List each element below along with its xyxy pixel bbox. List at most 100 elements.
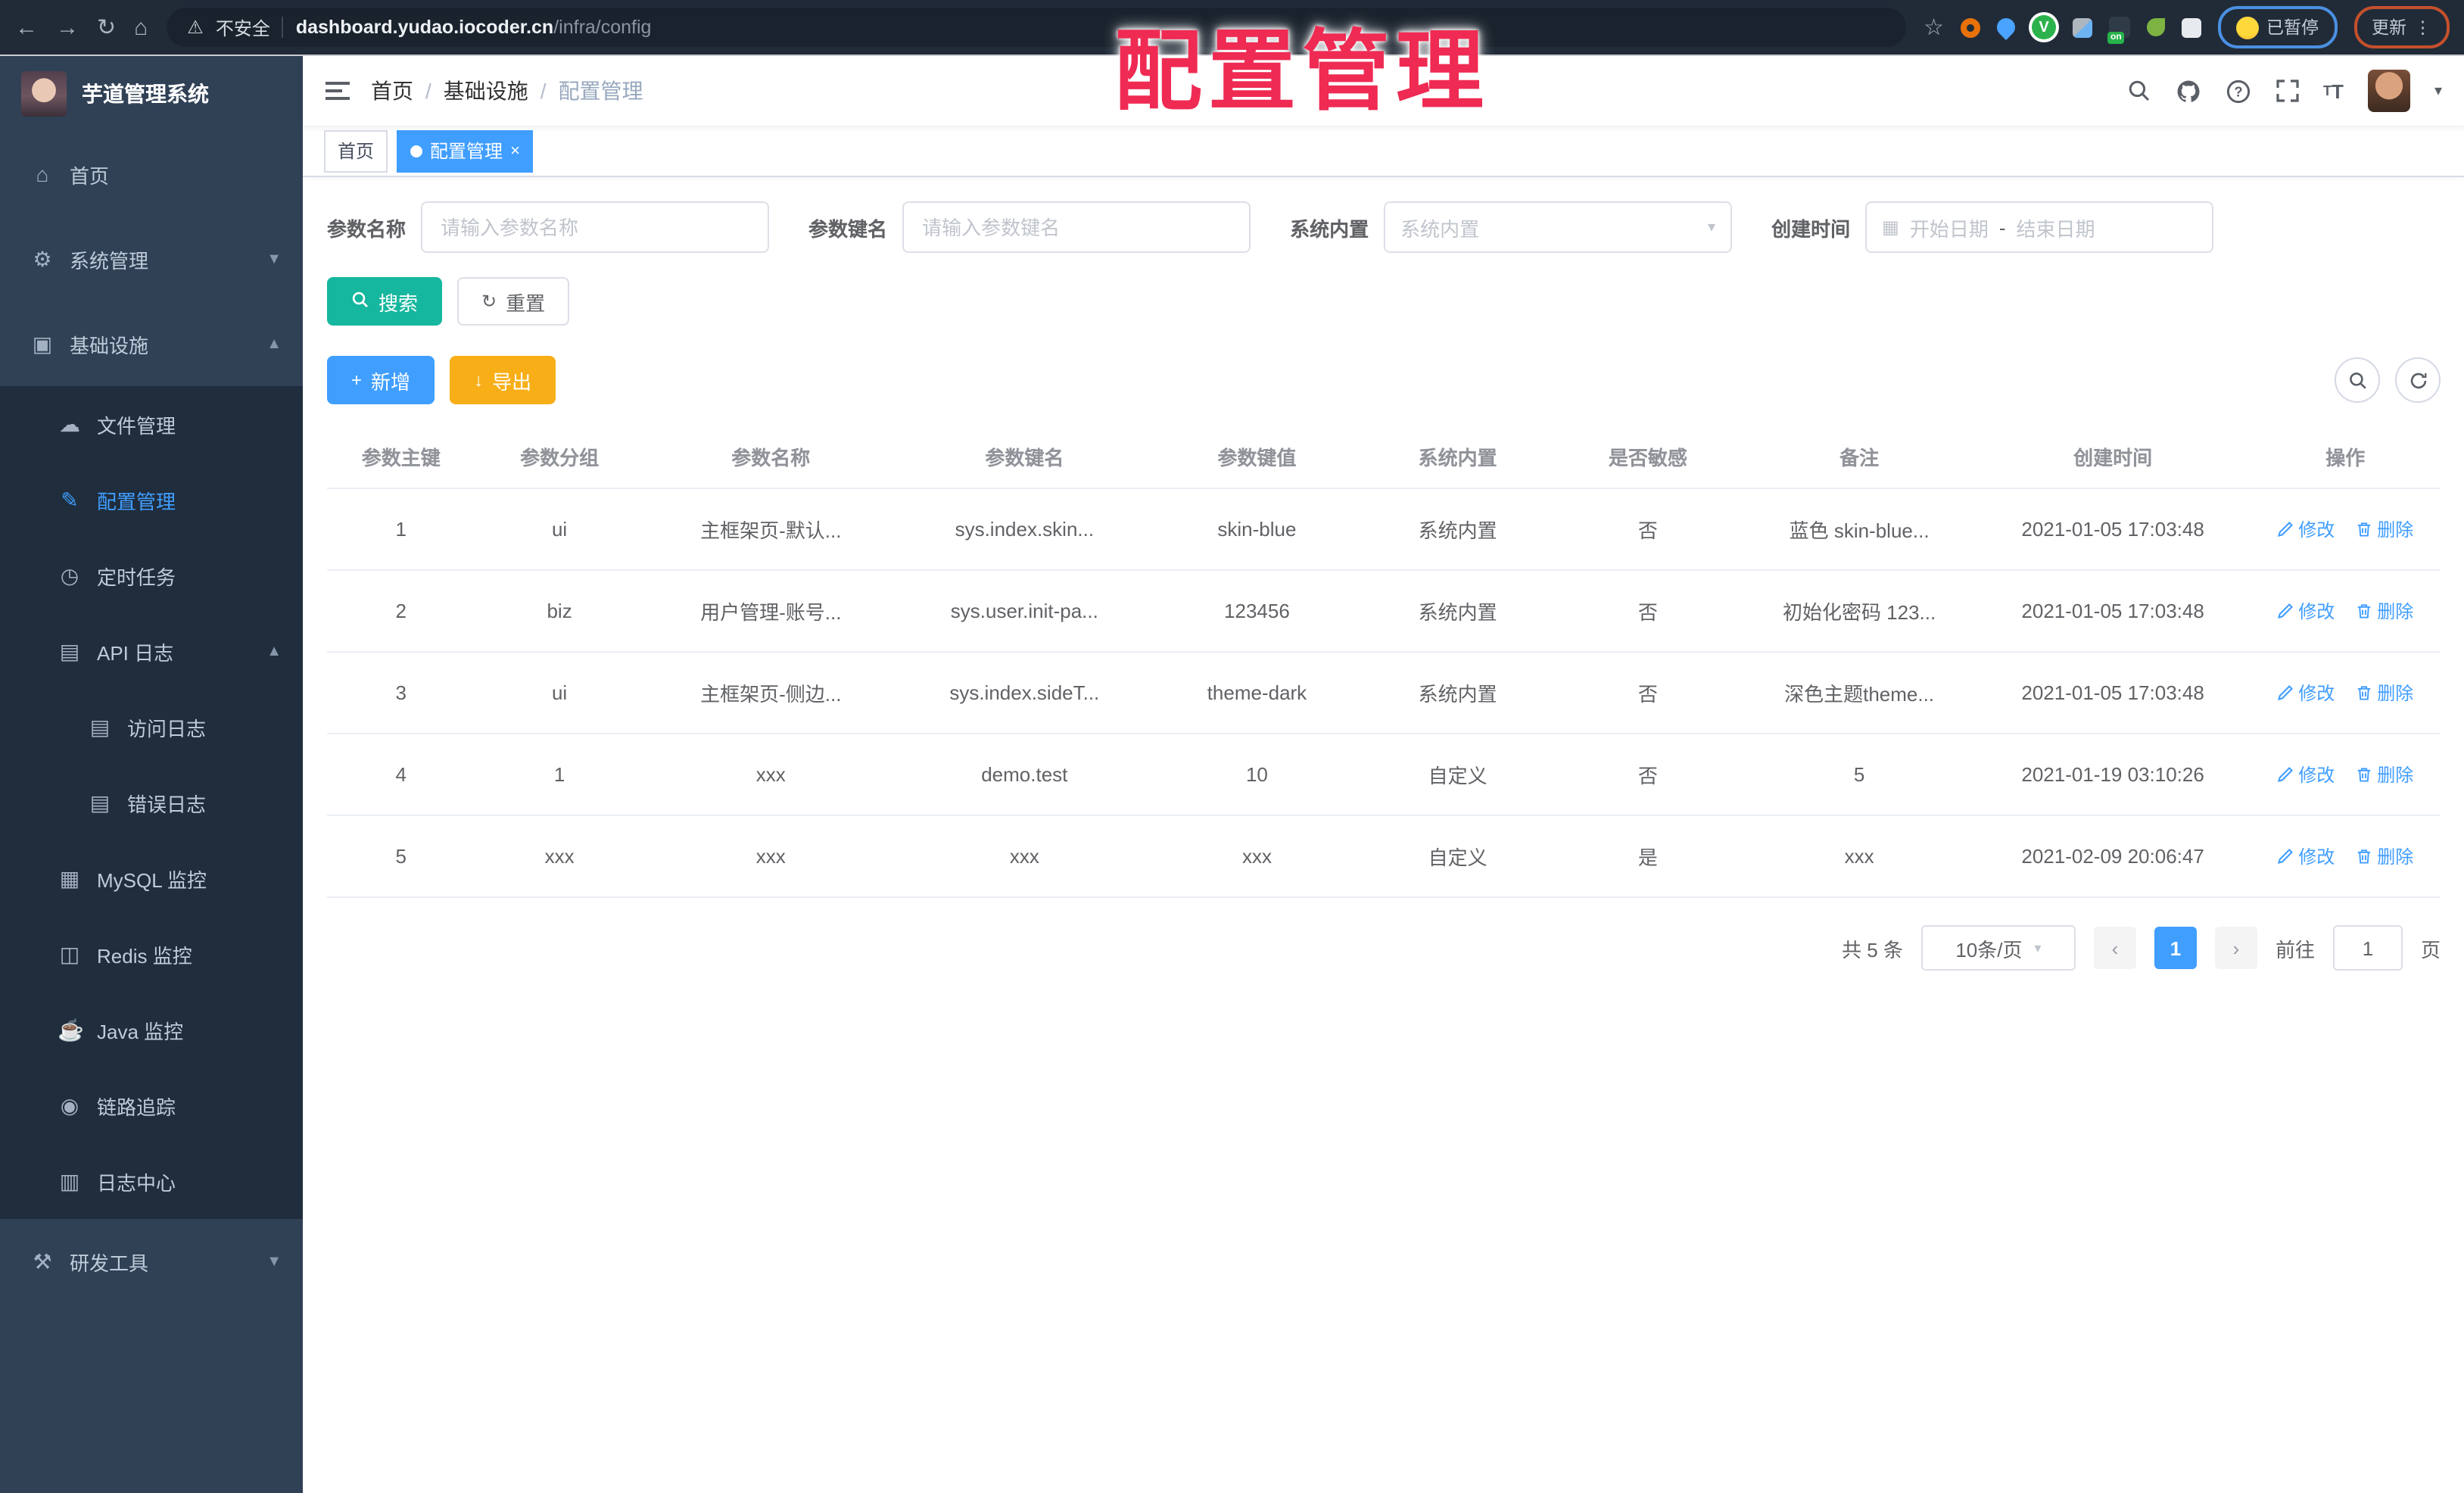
search-toggle-button[interactable] <box>2335 357 2380 403</box>
filter-date-label: 创建时间 <box>1771 217 1851 240</box>
sidebar-item-redis[interactable]: ◫ Redis 监控 <box>0 916 303 992</box>
url-divider <box>282 17 284 38</box>
sidebar-item-file[interactable]: ☁ 文件管理 <box>0 386 303 462</box>
modify-link[interactable]: 修改 <box>2277 680 2335 706</box>
refresh-table-button[interactable] <box>2395 357 2441 403</box>
breadcrumb-current: 配置管理 <box>558 79 643 103</box>
close-icon[interactable]: × <box>510 142 520 160</box>
sidebar-item-label: 链路追踪 <box>97 1096 176 1118</box>
tab-config[interactable]: 配置管理 × <box>397 129 534 172</box>
delete-link-label: 删除 <box>2377 683 2414 704</box>
sidebar-item-home[interactable]: ⌂ 首页 <box>0 132 303 217</box>
modify-link[interactable]: 修改 <box>2277 516 2335 542</box>
search-icon[interactable] <box>2126 79 2151 103</box>
font-size-icon[interactable]: TT <box>2323 79 2344 102</box>
paused-label: 已暂停 <box>2266 20 2319 38</box>
sidebar-item-job[interactable]: ◷ 定时任务 <box>0 538 303 613</box>
page-content: 参数名称 参数键名 系统内置 系统内置 ▾ <box>303 177 2464 1493</box>
sidebar-item-system[interactable]: ⚙ 系统管理 ▼ <box>0 217 303 301</box>
delete-link[interactable]: 删除 <box>2356 516 2413 542</box>
modify-link[interactable]: 修改 <box>2277 762 2335 787</box>
next-page-button[interactable]: › <box>2214 927 2257 969</box>
navbar-actions: ? TT ▾ <box>2126 70 2442 112</box>
filter-key: 参数键名 <box>808 201 1251 253</box>
breadcrumb-home[interactable]: 首页 <box>371 76 413 106</box>
cell-created: 2021-02-09 20:06:47 <box>1975 815 2251 898</box>
type-select[interactable]: 系统内置 ▾ <box>1384 201 1733 253</box>
extension-on-icon[interactable]: on <box>2107 17 2130 44</box>
export-button[interactable]: ↓ 导出 <box>450 356 556 404</box>
modify-link[interactable]: 修改 <box>2277 843 2335 869</box>
sidebar-item-java[interactable]: ☕ Java 监控 <box>0 992 303 1068</box>
page-unit-label: 页 <box>2420 938 2441 961</box>
cell-type: 系统内置 <box>1363 570 1553 653</box>
prev-page-button[interactable]: ‹ <box>2093 927 2136 969</box>
forward-icon[interactable]: → <box>56 16 79 39</box>
cell-type: 自定义 <box>1363 815 1553 898</box>
delete-link-label: 删除 <box>2377 519 2414 541</box>
chevron-down-icon[interactable]: ▾ <box>2434 83 2442 99</box>
sidebar-item-label: API 日志 <box>97 641 174 664</box>
help-icon[interactable]: ? <box>2225 78 2251 104</box>
fullscreen-icon[interactable] <box>2275 79 2299 103</box>
add-button-label: 新增 <box>371 370 411 393</box>
param-key-input[interactable] <box>902 201 1251 253</box>
breadcrumb-infra[interactable]: 基础设施 <box>444 76 528 106</box>
sidebar-item-trace[interactable]: ◉ 链路追踪 <box>0 1068 303 1143</box>
extension-grid-icon[interactable] <box>2073 17 2092 37</box>
sidebar-item-mysql[interactable]: ▦ MySQL 监控 <box>0 840 303 916</box>
tab-home[interactable]: 首页 <box>324 129 388 172</box>
sidebar-item-label: 基础设施 <box>70 334 149 357</box>
extension-v-icon[interactable]: V <box>2032 15 2056 39</box>
cell-name: 主框架页-默认... <box>643 488 898 571</box>
modify-link-label: 修改 <box>2298 519 2335 541</box>
reload-icon[interactable]: ↻ <box>97 16 116 39</box>
reset-button[interactable]: ↻ 重置 <box>457 277 570 326</box>
sidebar-item-config[interactable]: ✎ 配置管理 <box>0 462 303 538</box>
hamburger-icon[interactable] <box>326 82 350 100</box>
paused-extension-button[interactable]: 已暂停 <box>2218 6 2337 48</box>
col-remark: 备注 <box>1743 425 1976 489</box>
extension-leaf-icon[interactable] <box>2147 18 2165 36</box>
api-log-icon: ▤ <box>59 638 80 662</box>
update-button[interactable]: 更新 ⋮ <box>2353 6 2450 48</box>
goto-page-input[interactable] <box>2332 925 2403 971</box>
delete-link[interactable]: 删除 <box>2356 762 2413 787</box>
sidebar-item-infra[interactable]: ▣ 基础设施 ▲ <box>0 301 303 386</box>
page-size-select[interactable]: 10条/页 ▾ <box>1920 925 2076 971</box>
search-button[interactable]: 搜索 <box>327 277 443 326</box>
main-area: 首页 / 基础设施 / 配置管理 ? T T ▾ 首页 配置管理 × 参数名称 … <box>303 56 2464 1493</box>
add-button[interactable]: + 新增 <box>327 356 435 404</box>
delete-link[interactable]: 删除 <box>2356 843 2413 869</box>
param-name-input[interactable] <box>421 201 770 253</box>
sidebar-item-logcenter[interactable]: ▥ 日志中心 <box>0 1143 303 1219</box>
user-avatar[interactable] <box>2367 70 2410 112</box>
cell-sensitive: 否 <box>1553 652 1743 734</box>
cell-sensitive: 否 <box>1553 570 1743 653</box>
extension-pin-icon[interactable] <box>1993 14 2019 40</box>
sidebar-item-apilog[interactable]: ▤ API 日志 ▲ <box>0 613 303 689</box>
github-icon[interactable] <box>2175 78 2201 104</box>
filter-form: 参数名称 参数键名 系统内置 系统内置 ▾ <box>327 201 2441 253</box>
date-range-picker[interactable]: ▦ 开始日期 - 结束日期 <box>1865 201 2214 253</box>
home-icon[interactable]: ⌂ <box>134 16 148 39</box>
extensions-puzzle-icon[interactable] <box>2182 17 2201 37</box>
modify-link[interactable]: 修改 <box>2277 598 2335 624</box>
edit-icon: ✎ <box>61 487 79 511</box>
col-sensitive: 是否敏感 <box>1553 425 1743 489</box>
sidebar-item-errorlog[interactable]: ▤ 错误日志 <box>0 765 303 840</box>
app-logo[interactable]: 芋道管理系统 <box>0 56 303 132</box>
cell-remark: 初始化密码 123... <box>1743 570 1976 653</box>
sidebar-item-tools[interactable]: ⚒ 研发工具 ▼ <box>0 1219 303 1304</box>
address-bar[interactable]: ⚠ 不安全 dashboard.yudao.iocoder.cn/infra/c… <box>166 8 1906 47</box>
goto-label: 前往 <box>2275 938 2315 961</box>
sidebar-item-accesslog[interactable]: ▤ 访问日志 <box>0 689 303 765</box>
redis-icon: ◫ <box>59 941 80 965</box>
extension-donut-icon[interactable] <box>1961 17 1980 37</box>
page-1-button[interactable]: 1 <box>2154 927 2197 969</box>
delete-link[interactable]: 删除 <box>2356 680 2413 706</box>
breadcrumb-separator: / <box>540 79 547 103</box>
bookmark-star-icon[interactable]: ☆ <box>1924 16 1944 39</box>
back-icon[interactable]: ← <box>15 16 38 39</box>
delete-link[interactable]: 删除 <box>2356 598 2413 624</box>
